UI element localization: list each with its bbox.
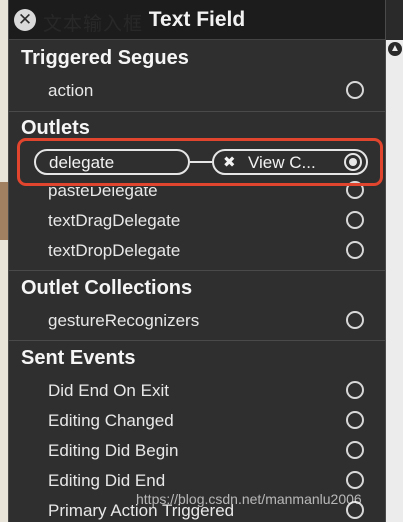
connection-well-icon[interactable] xyxy=(346,411,364,429)
row-label: textDragDelegate xyxy=(48,211,181,230)
connection-well-icon[interactable] xyxy=(346,211,364,229)
section-heading-outlets: Outlets xyxy=(21,117,90,139)
section-heading-sent-events: Sent Events xyxy=(21,347,136,369)
row-label: Editing Changed xyxy=(48,411,174,430)
row-gesture-recognizers[interactable]: gestureRecognizers xyxy=(9,307,369,337)
divider xyxy=(9,111,385,112)
row-action[interactable]: action xyxy=(9,77,369,107)
connections-inspector-screenshot: ✕ 文本输入框 Text Field Triggered Segues acti… xyxy=(0,0,403,522)
panel-title: Text Field xyxy=(148,8,246,31)
titlebar: ✕ 文本输入框 Text Field xyxy=(9,0,385,40)
strikethrough-line xyxy=(46,186,176,187)
row-label: Editing Did End xyxy=(48,471,166,490)
row-label: action xyxy=(48,81,94,100)
row-label: gestureRecognizers xyxy=(48,311,200,330)
row-label: textDropDelegate xyxy=(48,241,181,260)
divider xyxy=(9,270,385,271)
annotation-highlight-box xyxy=(17,138,383,186)
row-editing-did-begin[interactable]: Editing Did Begin xyxy=(9,437,369,467)
section-heading-triggered-segues: Triggered Segues xyxy=(21,47,189,69)
row-editing-changed[interactable]: Editing Changed xyxy=(9,407,369,437)
connection-well-icon[interactable] xyxy=(346,81,364,99)
connections-panel: ✕ 文本输入框 Text Field Triggered Segues acti… xyxy=(8,0,386,522)
row-text-drop-delegate[interactable]: textDropDelegate xyxy=(9,237,369,267)
watermark: https://blog.csdn.net/manmanlu2006 xyxy=(136,491,362,507)
row-did-end-on-exit[interactable]: Did End On Exit xyxy=(9,377,369,407)
connection-well-icon[interactable] xyxy=(346,471,364,489)
row-text-drag-delegate[interactable]: textDragDelegate xyxy=(9,207,369,237)
connection-well-icon[interactable] xyxy=(346,311,364,329)
connection-well-icon[interactable] xyxy=(346,441,364,459)
row-label: Editing Did Begin xyxy=(48,441,179,460)
scroll-up-icon[interactable]: ▲ xyxy=(388,42,402,56)
scrollbar[interactable] xyxy=(386,40,403,522)
divider xyxy=(9,340,385,341)
connection-well-icon[interactable] xyxy=(346,241,364,259)
section-heading-outlet-collections: Outlet Collections xyxy=(21,277,193,299)
connection-well-icon[interactable] xyxy=(346,381,364,399)
row-label: Did End On Exit xyxy=(48,381,169,400)
